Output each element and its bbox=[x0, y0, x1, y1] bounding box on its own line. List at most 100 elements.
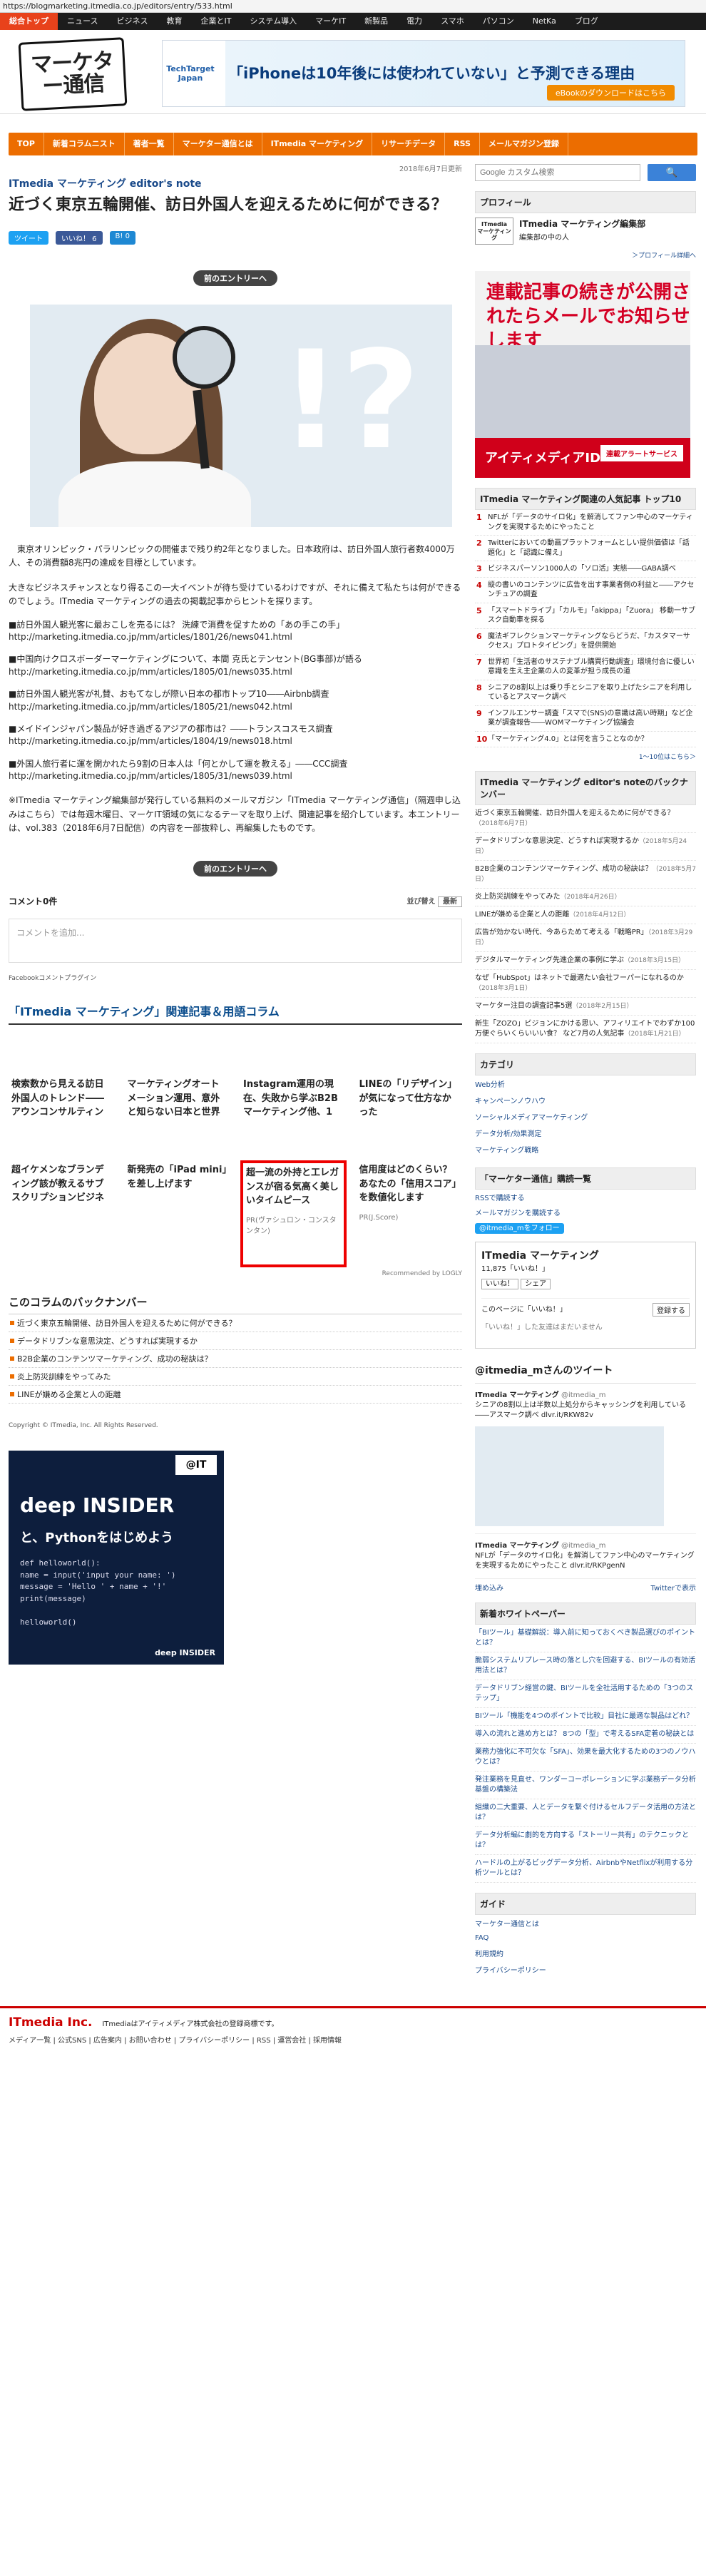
topnav-item[interactable]: 新製品 bbox=[355, 13, 397, 30]
section-nav-item[interactable]: メールマガジン登録 bbox=[480, 133, 568, 155]
whitepaper-item[interactable]: 導入の流れと進め方とは？ 8つの「型」で考えるSFA定着の秘訣とは bbox=[475, 1726, 696, 1744]
topnav-item[interactable]: システム導入 bbox=[240, 13, 306, 30]
twitter-follow-button[interactable]: @itmedia_mをフォロー bbox=[475, 1220, 696, 1235]
whitepaper-item[interactable]: 「BIツール」基礎解説：導入前に知っておくべき製品選びのポイントとは？ bbox=[475, 1625, 696, 1652]
editors-note-item[interactable]: LINEが嫌める企業と人の距離（2018年4月12日） bbox=[475, 906, 696, 924]
sort-select[interactable]: 最新 bbox=[438, 896, 462, 908]
hatena-bookmark-button[interactable]: B! 0 bbox=[109, 230, 135, 245]
article-link[interactable]: http://marketing.itmedia.co.jp/mm/articl… bbox=[9, 632, 292, 642]
deep-insider-ad[interactable]: @IT deep INSIDER と、Pythonをはじめよう def hell… bbox=[9, 1451, 224, 1665]
ranking-item[interactable]: 7 世界初「生活者のサステナブル購買行動調査」環境付合に優しい意識を生え主企業の人… bbox=[475, 655, 696, 680]
topnav-item[interactable]: スマホ bbox=[431, 13, 474, 30]
fb-page-name[interactable]: ITmedia マーケティング bbox=[481, 1248, 690, 1262]
editors-note-item[interactable]: 炎上防災訓練をやってみた（2018年4月26日） bbox=[475, 889, 696, 906]
article-link[interactable]: http://marketing.itmedia.co.jp/mm/articl… bbox=[9, 702, 292, 712]
topnav-item[interactable]: 企業とIT bbox=[191, 13, 240, 30]
category-item[interactable]: ソーシャルメディアマーケティング bbox=[475, 1108, 696, 1125]
editors-note-item[interactable]: 近づく東京五輪開催、訪日外国人を迎えるために何ができる？（2018年6月7日） bbox=[475, 805, 696, 833]
tweet-button[interactable]: ツイート bbox=[9, 230, 48, 245]
topnav-item[interactable]: NetKa bbox=[523, 13, 566, 30]
backnumber-item[interactable]: 炎上防災訓練をやってみた bbox=[9, 1368, 462, 1386]
fb-like-button[interactable]: いいね！ 6 bbox=[56, 230, 103, 245]
section-nav-item[interactable]: RSS bbox=[445, 133, 480, 155]
editors-note-item[interactable]: デジタルマーケティング先進企業の事例に学ぶ（2018年3月15日） bbox=[475, 952, 696, 970]
guide-item[interactable]: マーケター通信とは bbox=[475, 1915, 696, 1931]
profile-name[interactable]: ITmedia マーケティング編集部 bbox=[519, 219, 645, 229]
editors-note-item[interactable]: 広告が効かない時代、今あらためて考える「戦略PR」（2018年3月29日） bbox=[475, 924, 696, 952]
search-button[interactable]: 🔍 bbox=[648, 164, 696, 181]
series-title[interactable]: ITmedia マーケティング editor's note bbox=[9, 176, 462, 190]
profile-avatar[interactable]: ITmedia マーケティング bbox=[475, 218, 513, 245]
whitepaper-item[interactable]: BIツール「機能を4つのポイントで比較」目社に最適な製品はどれ？ bbox=[475, 1708, 696, 1726]
backnumber-item[interactable]: B2B企業のコンテンツマーケティング、成功の秘訣は？ bbox=[9, 1350, 462, 1369]
url-bar[interactable]: https://blogmarketing.itmedia.co.jp/edit… bbox=[0, 0, 706, 13]
section-nav-item[interactable]: 新着コラムニスト bbox=[44, 133, 125, 155]
ranking-item[interactable]: 8 シニアの8割以上は乗り手とシニアを取り上げたシニアを利用しているとアスマーク調… bbox=[475, 680, 696, 706]
prev-entry-button-bottom[interactable]: 前のエントリーへ bbox=[193, 861, 277, 877]
backnumber-item[interactable]: データドリブンな意思決定、どうすれば実現するか bbox=[9, 1332, 462, 1351]
article-link[interactable]: http://marketing.itmedia.co.jp/mm/articl… bbox=[9, 771, 292, 781]
article-link[interactable]: http://marketing.itmedia.co.jp/mm/articl… bbox=[9, 736, 292, 746]
mailmag-link[interactable]: メールマガジンを購読する bbox=[475, 1205, 696, 1220]
whitepaper-item[interactable]: データドリブン経営の鍵、BIツールを全社活用するための「3つのステップ」 bbox=[475, 1680, 696, 1708]
topnav-item[interactable]: マーケIT bbox=[306, 13, 355, 30]
related-card[interactable]: Instagram運用の現在、失敗から学ぶB2Bマーケティング他、1 bbox=[240, 1075, 347, 1160]
category-item[interactable]: キャンペーンノウハウ bbox=[475, 1092, 696, 1108]
topnav-item[interactable]: 教育 bbox=[157, 13, 191, 30]
ranking-item[interactable]: 3 ビジネスパーソン1000人の「ソロ活」実態――GABA調べ bbox=[475, 561, 696, 578]
guide-item[interactable]: プライバシーポリシー bbox=[475, 1961, 696, 1978]
recommended-by[interactable]: Recommended by LOGLY bbox=[9, 1270, 462, 1277]
fb-share-button[interactable]: シェア bbox=[521, 1279, 551, 1289]
tweet[interactable]: ITmedia マーケティング @itmedia_m NFLが「データのサイロ化… bbox=[475, 1534, 696, 1579]
rss-link[interactable]: RSSで購読する bbox=[475, 1190, 696, 1205]
ranking-item[interactable]: 2 Twitterにおいての動画プラットフォームとしい提供価値は「話題化」と「認識… bbox=[475, 536, 696, 561]
backnumber-item[interactable]: 近づく東京五輪開催、訪日外国人を迎えるために何ができる？ bbox=[9, 1314, 462, 1333]
related-card[interactable]: LINEの「リデザイン」が気になって仕方なかった bbox=[357, 1075, 463, 1160]
related-card[interactable]: マーケティングオートメーション運用、意外と知らない日本と世界 bbox=[125, 1075, 231, 1160]
footer-links[interactable]: メディア一覧 | 公式SNS | 広告案内 | お問い合わせ | プライバシーポ… bbox=[9, 2034, 697, 2045]
whitepaper-item[interactable]: データ分析編に劇的を方向する「ストーリー共有」のテクニックとは？ bbox=[475, 1827, 696, 1855]
guide-item[interactable]: FAQ bbox=[475, 1931, 696, 1945]
header-banner-ad[interactable]: TechTarget Japan 「iPhoneは10年後には使われていない」と… bbox=[162, 40, 685, 107]
category-item[interactable]: Web分析 bbox=[475, 1075, 696, 1092]
guide-item[interactable]: 利用規約 bbox=[475, 1945, 696, 1961]
view-on-twitter-link[interactable]: Twitterで表示 bbox=[650, 1582, 696, 1593]
section-nav-item[interactable]: リサーチデータ bbox=[372, 133, 446, 155]
section-nav-item[interactable]: ITmedia マーケティング bbox=[262, 133, 373, 155]
editors-note-item[interactable]: なぜ「HubSpot」はネットで最適たい会社フーパーになれるのか（2018年3月… bbox=[475, 970, 696, 998]
whitepaper-item[interactable]: ハードルの上がるビッグデータ分析、AirbnbやNetflixが利用する分析ツー… bbox=[475, 1855, 696, 1883]
section-nav-item[interactable]: 著者一覧 bbox=[125, 133, 174, 155]
article-link[interactable]: http://marketing.itmedia.co.jp/mm/articl… bbox=[9, 667, 292, 677]
profile-more-link[interactable]: ＞プロフィール詳細へ bbox=[475, 250, 696, 260]
ranking-item[interactable]: 10 「マーケティング4.0」とは何を言うことなのか？ bbox=[475, 732, 696, 747]
fb-comment-plugin-label[interactable]: Facebookコメントプラグイン bbox=[9, 973, 462, 982]
ranking-item[interactable]: 1 NFLが「データのサイロ化」を解消してファン中心のマーケティングを実現するため… bbox=[475, 510, 696, 536]
ranking-item[interactable]: 4 縦の書いのコンテンツに広告を出す事業者側の利益と――アクセンチュアの調査 bbox=[475, 578, 696, 603]
tweet[interactable]: ITmedia マーケティング @itmedia_m シニアの8割以上は半数以上… bbox=[475, 1384, 696, 1534]
editors-note-item[interactable]: マーケター注目の調査記事5選（2018年2月15日） bbox=[475, 998, 696, 1016]
tweet-embed-link[interactable]: 埋め込み bbox=[475, 1585, 503, 1593]
ranking-item[interactable]: 9 インフルエンサー調査「スマで(SNS)の意識は高い時期」など企業が調査報告――… bbox=[475, 706, 696, 732]
backnumber-item[interactable]: LINEが嫌める企業と人の距離 bbox=[9, 1386, 462, 1404]
related-card-pr[interactable]: 信用度はどのくらい？あなたの「信用スコア」を数値化します PR(J.Score) bbox=[357, 1160, 463, 1246]
fb-login-button[interactable]: 登録する bbox=[653, 1303, 690, 1317]
editors-note-item[interactable]: データドリブンな意思決定、どうすれば実現するか（2018年5月24日） bbox=[475, 833, 696, 861]
section-nav-item[interactable]: TOP bbox=[9, 133, 44, 155]
comment-input[interactable]: コメントを追加... bbox=[9, 919, 462, 964]
prev-entry-button[interactable]: 前のエントリーへ bbox=[193, 270, 277, 286]
topnav-item[interactable]: ビジネス bbox=[107, 13, 157, 30]
related-card-pr[interactable]: 超一流の外持と工レガンスが宿る気高く美しいタイムピース PR(ヴァシュロン・コンス… bbox=[240, 1160, 347, 1268]
category-item[interactable]: データ分析/効果測定 bbox=[475, 1125, 696, 1141]
topnav-item[interactable]: パソコン bbox=[474, 13, 523, 30]
banner-download-button[interactable]: eBookのダウンロードはこちら bbox=[546, 85, 675, 101]
ranking-item[interactable]: 5 「スマートドライブ」「カルモ」「akippa」「Zuora」 移動一サブスク自… bbox=[475, 603, 696, 629]
ranking-item[interactable]: 6 魔法ギフレクションマーケティングならどうだ、「カスタマーサクセス」プロトタイピ… bbox=[475, 629, 696, 655]
alert-ad[interactable]: 連載記事の続きが公開されたらメールでお知らせします 連載アラートサービス アイティ… bbox=[475, 271, 690, 478]
ranking-more[interactable]: 1～10位はこちら＞ bbox=[475, 752, 696, 761]
topnav-item[interactable]: ブログ bbox=[566, 13, 608, 30]
site-logo[interactable]: マーケター通信 bbox=[18, 37, 128, 111]
topnav-item[interactable]: 総合トップ bbox=[0, 13, 58, 30]
whitepaper-item[interactable]: 業務力強化に不可欠な「SFA」、効果を最大化するための3つのノウハウとは？ bbox=[475, 1744, 696, 1772]
section-nav-item[interactable]: マーケター通信とは bbox=[174, 133, 262, 155]
footer-brand[interactable]: ITmedia Inc. bbox=[9, 2015, 93, 2030]
